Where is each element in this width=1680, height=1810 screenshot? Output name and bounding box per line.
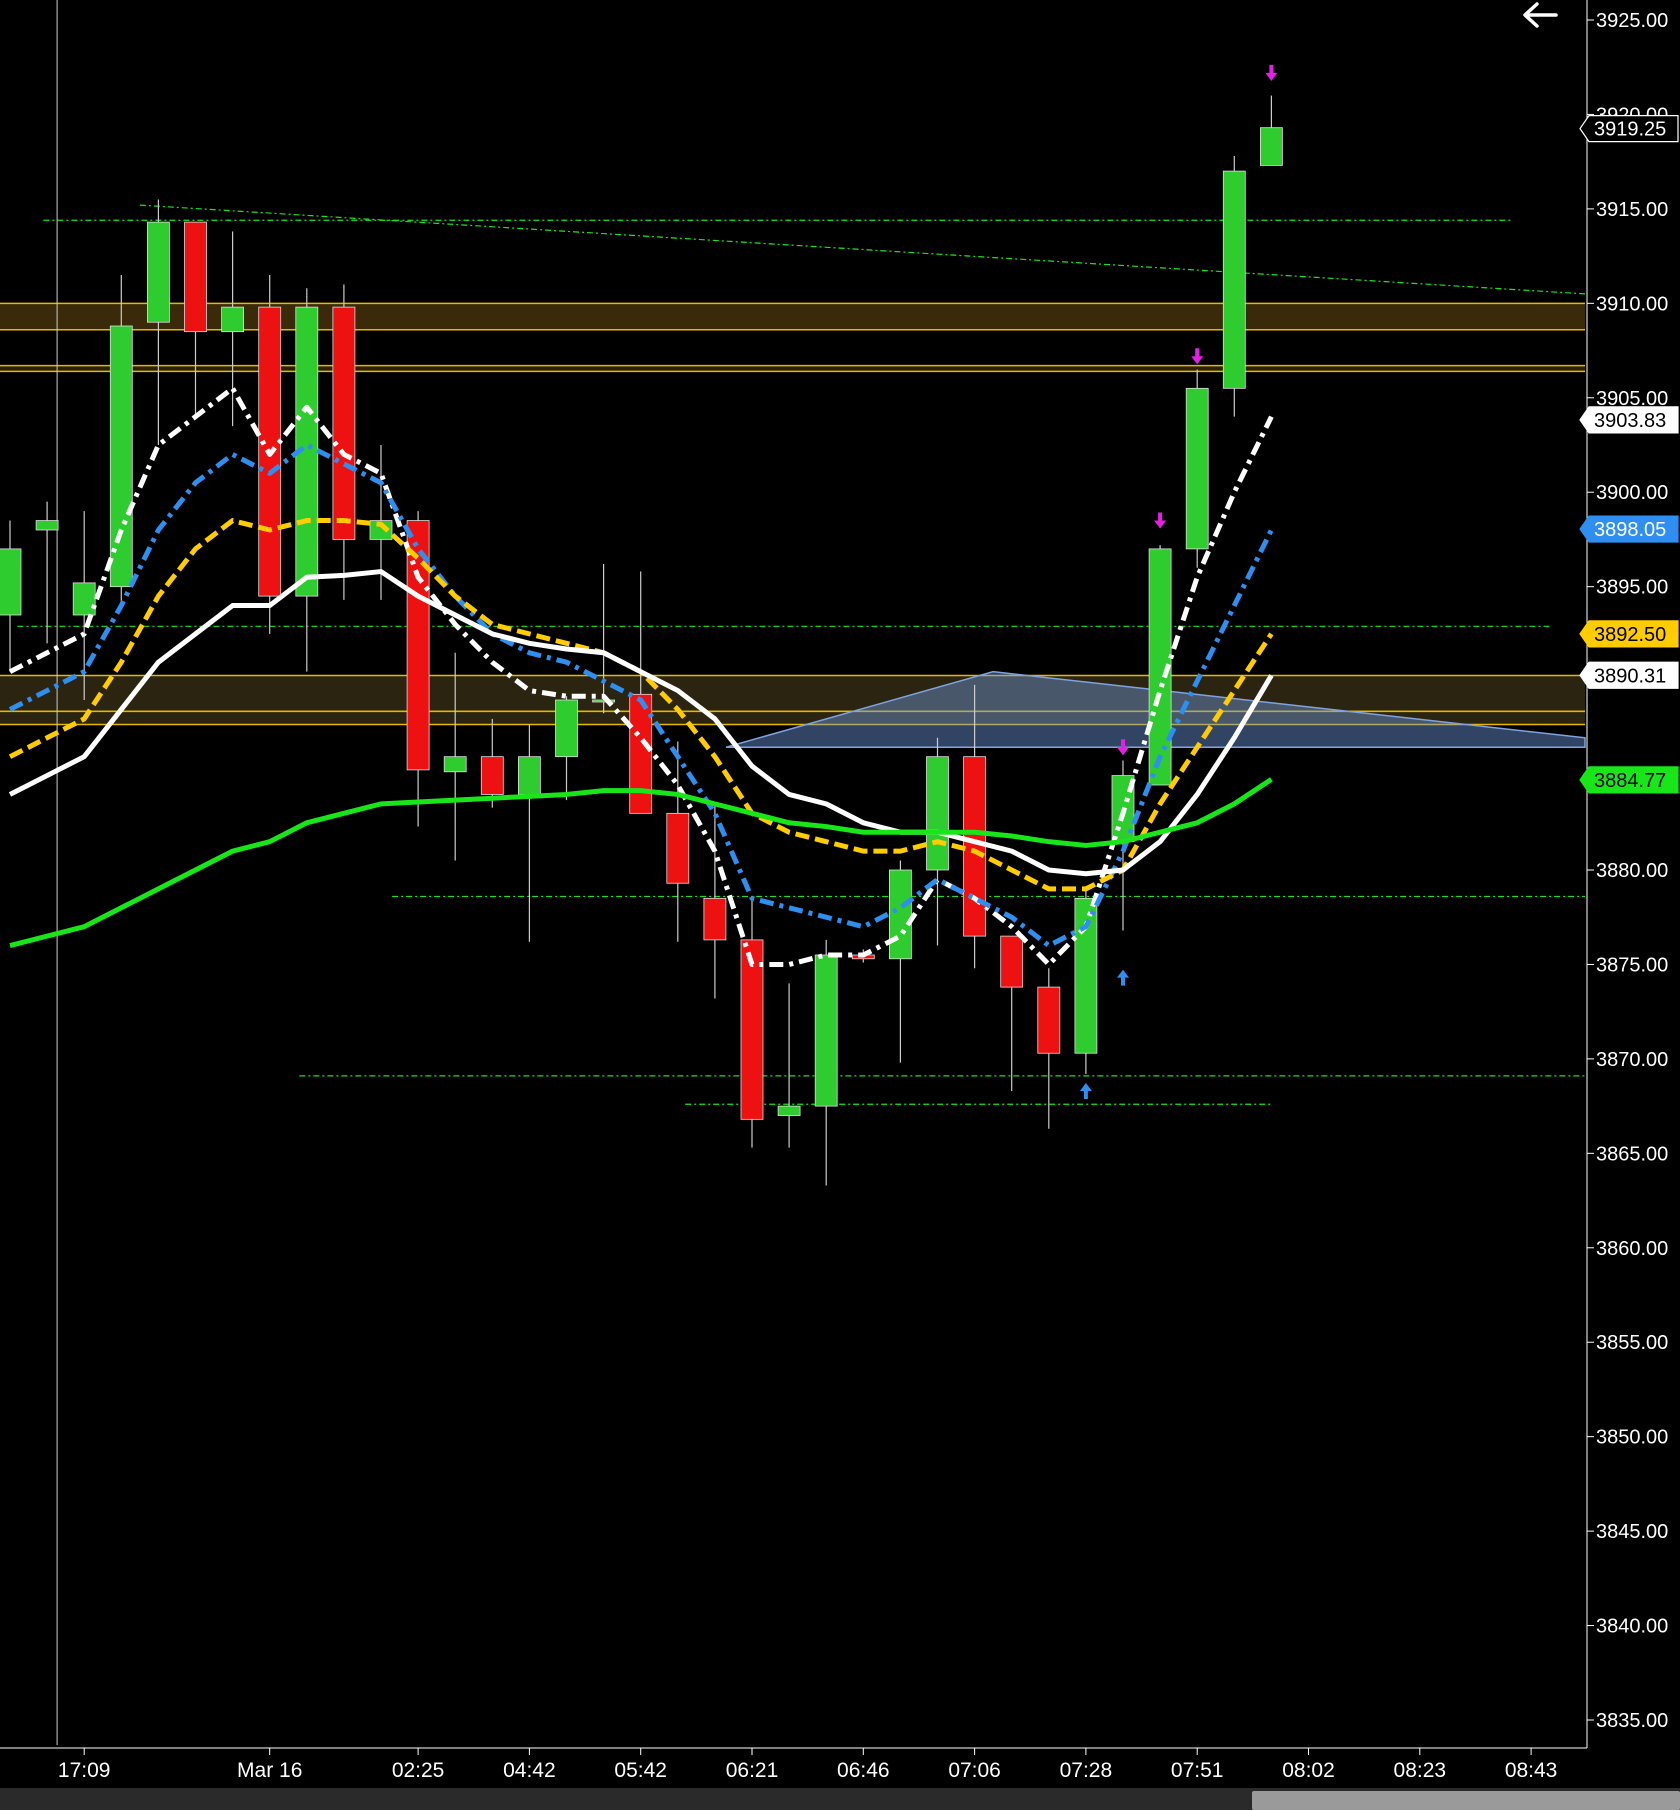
price-tag-label: 3890.31 — [1594, 665, 1666, 687]
candle-body — [1260, 127, 1283, 166]
time-tick-label: 08:43 — [1505, 1759, 1558, 1782]
time-tick-label: 06:46 — [837, 1759, 890, 1782]
price-tick-label: 3855.00 — [1596, 1332, 1668, 1354]
price-tag-label: 3884.77 — [1594, 770, 1666, 792]
candle-body — [0, 548, 22, 616]
back-arrow-icon — [1523, 2, 1558, 28]
candle-body — [1185, 387, 1209, 550]
candle — [1222, 156, 1246, 417]
candle-body — [963, 756, 986, 937]
candle-body — [146, 221, 170, 323]
time-tick-label: 07:06 — [948, 1759, 1001, 1782]
candle-body — [72, 582, 96, 616]
time-tick-label: 08:02 — [1282, 1759, 1335, 1782]
price-tick-label: 3835.00 — [1596, 1710, 1668, 1732]
price-tick-label: 3925.00 — [1596, 10, 1668, 32]
candle-body — [480, 756, 504, 795]
candle-body — [35, 520, 59, 531]
back-button[interactable] — [1516, 0, 1566, 34]
candle-body — [629, 693, 653, 814]
time-tick-label: 17:09 — [58, 1759, 111, 1782]
price-tick-label: 3870.00 — [1596, 1049, 1668, 1071]
candle-body — [777, 1105, 801, 1116]
candle-body — [666, 812, 690, 884]
candle-body — [443, 756, 467, 773]
candle — [1185, 369, 1209, 568]
chart-background — [0, 0, 1680, 1810]
candle-body — [1000, 935, 1024, 988]
time-tick-label: 05:42 — [614, 1759, 667, 1782]
price-tick-label: 3880.00 — [1596, 860, 1668, 882]
price-tick-label: 3850.00 — [1596, 1427, 1668, 1449]
time-tick-label: 07:28 — [1060, 1759, 1113, 1782]
scrollbar-thumb[interactable] — [1252, 1791, 1680, 1810]
candle-body — [703, 897, 727, 941]
candle-body — [1222, 170, 1246, 389]
candle-body — [889, 869, 912, 960]
price-tag: 3890.31 — [1579, 661, 1679, 689]
price-tick-label: 3865.00 — [1596, 1143, 1668, 1165]
candle-body — [109, 325, 133, 588]
price-tick-label: 3875.00 — [1596, 954, 1668, 976]
candle-body — [184, 221, 207, 333]
price-tag-label: 3903.83 — [1594, 410, 1666, 432]
price-tag-label: 3898.05 — [1594, 519, 1666, 541]
time-tick-label: 06:21 — [726, 1759, 779, 1782]
time-tick-label: 04:42 — [503, 1759, 556, 1782]
price-tick-label: 3860.00 — [1596, 1238, 1668, 1260]
price-tick-label: 3910.00 — [1596, 293, 1668, 315]
time-tick-label: 07:51 — [1171, 1759, 1224, 1782]
price-tick-label: 3845.00 — [1596, 1521, 1668, 1543]
candle-body — [1037, 986, 1061, 1054]
price-tag-label: 3919.25 — [1594, 119, 1666, 141]
candle-body — [555, 699, 578, 758]
candle-body — [518, 756, 541, 795]
candlestick-chart[interactable]: 3925.003920.003915.003910.003905.003900.… — [0, 0, 1680, 1810]
time-tick-label: 08:23 — [1394, 1759, 1447, 1782]
price-tag: 3898.05 — [1579, 515, 1679, 543]
time-tick-label: Mar 16 — [237, 1759, 302, 1782]
candle — [1074, 888, 1098, 1074]
candle-body — [814, 954, 838, 1107]
price-zone — [0, 675, 1585, 712]
price-tick-label: 3840.00 — [1596, 1616, 1668, 1638]
price-tag: 3892.50 — [1579, 620, 1679, 648]
candle-body — [926, 756, 949, 871]
price-tag: 3919.25 — [1579, 115, 1679, 143]
price-tag: 3884.77 — [1579, 766, 1679, 794]
time-tick-label: 02:25 — [392, 1759, 445, 1782]
price-tag-label: 3892.50 — [1594, 624, 1666, 646]
candle-body — [332, 306, 356, 540]
candle-body — [221, 306, 245, 333]
price-tag: 3903.83 — [1579, 406, 1679, 434]
price-tick-label: 3900.00 — [1596, 482, 1668, 504]
price-zone — [0, 365, 1585, 372]
price-tick-label: 3895.00 — [1596, 577, 1668, 599]
price-tick-label: 3915.00 — [1596, 199, 1668, 221]
